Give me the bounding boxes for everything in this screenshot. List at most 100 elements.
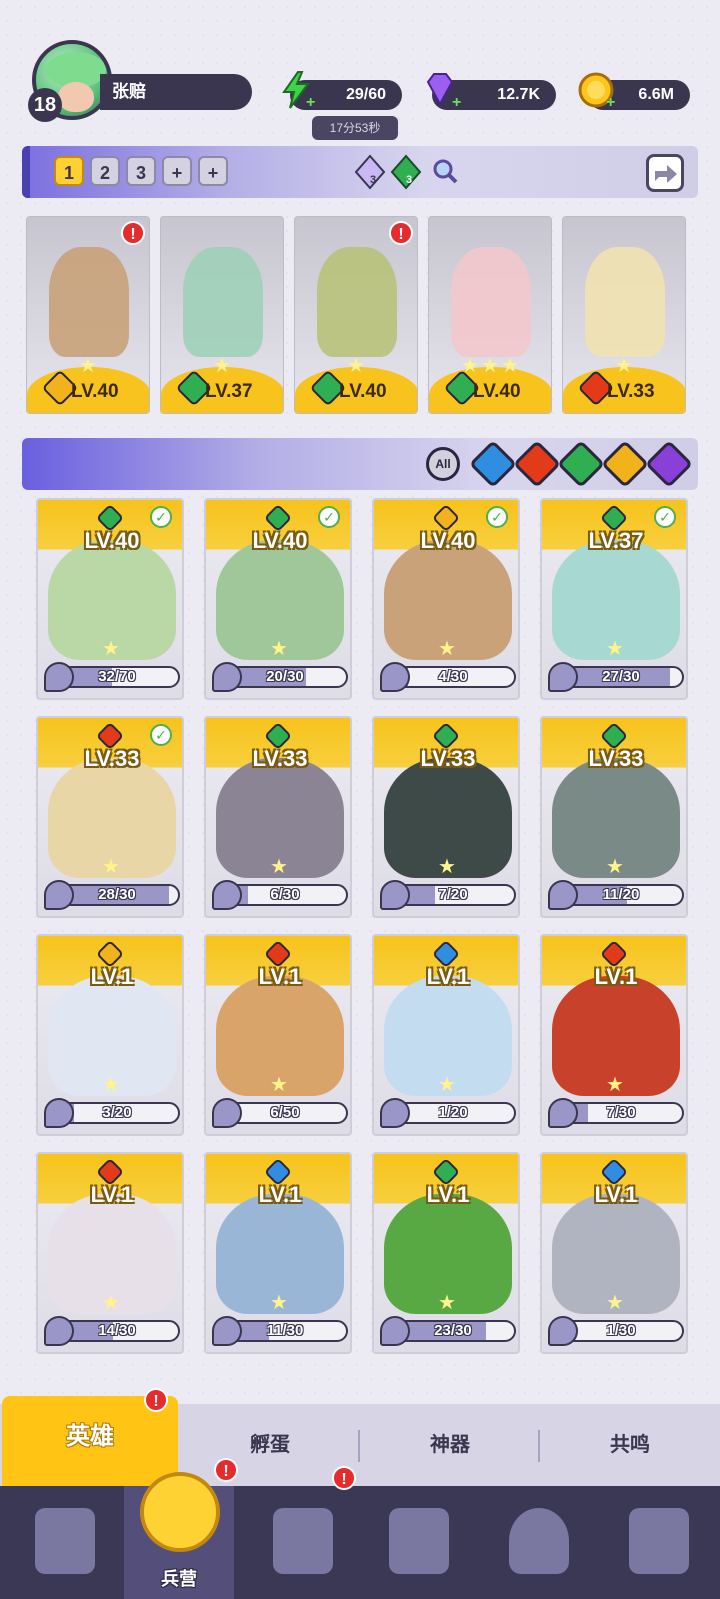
- mushroom-icon: [509, 1508, 569, 1574]
- share-icon: [655, 165, 677, 183]
- hero-shard-icon: [548, 1098, 578, 1128]
- star-icon: ★: [615, 355, 633, 377]
- nav-mushroom[interactable]: [484, 1486, 594, 1599]
- hero-shard-icon: [380, 1098, 410, 1128]
- nav-map-alert-icon: !: [332, 1466, 356, 1490]
- star-icon: ★: [606, 856, 624, 878]
- star-icon: ★: [213, 355, 231, 377]
- hero-portrait: [585, 247, 665, 357]
- filter-dark-button[interactable]: [644, 439, 694, 489]
- hero-card[interactable]: LV.33 ★ 11/20: [540, 716, 688, 918]
- team-member-card[interactable]: ★ LV.40!: [26, 216, 150, 414]
- nav-banner[interactable]: [604, 1486, 714, 1599]
- avatar-face: [58, 82, 94, 112]
- star-icon: ★: [102, 638, 120, 660]
- hero-card[interactable]: LV.40 ✓ ★ 4/30: [372, 498, 520, 700]
- team-member-card[interactable]: ★ LV.40!: [294, 216, 418, 414]
- alert-icon: !: [121, 221, 145, 245]
- gem-plus-icon[interactable]: +: [452, 95, 466, 111]
- in-team-check-icon: ✓: [150, 724, 172, 746]
- tab-artifacts[interactable]: 神器: [362, 1404, 538, 1486]
- hero-shard-icon: [548, 662, 578, 692]
- hero-portrait: [451, 247, 531, 357]
- magnifier-icon[interactable]: [430, 156, 466, 192]
- gold-plus-icon[interactable]: +: [606, 95, 620, 111]
- hero-level: LV.1: [90, 1182, 134, 1207]
- hero-card[interactable]: LV.33 ★ 6/30: [204, 716, 352, 918]
- team-member-level: LV.33: [607, 381, 655, 402]
- hero-shard-icon: [548, 1316, 578, 1346]
- team-member-level: LV.40: [339, 381, 387, 402]
- team-member-card[interactable]: ★ ★ ★ LV.40: [428, 216, 552, 414]
- shard-count: 32/70: [98, 668, 136, 685]
- hero-level: LV.33: [588, 746, 644, 771]
- team-member-card[interactable]: ★ LV.33: [562, 216, 686, 414]
- in-team-check-icon: ✓: [486, 506, 508, 528]
- tab-divider: [358, 1430, 360, 1462]
- player-name: 张赔: [100, 74, 252, 110]
- team-tab-add-2[interactable]: +: [198, 156, 228, 186]
- filter-light-button[interactable]: [600, 439, 650, 489]
- map-icon: [273, 1508, 333, 1574]
- filter-water-button[interactable]: [468, 439, 518, 489]
- hero-card[interactable]: LV.1 ★ 11/30: [204, 1152, 352, 1354]
- team-tab-2[interactable]: 2: [90, 156, 120, 186]
- star-icon: ★: [438, 638, 456, 660]
- hero-level: LV.1: [90, 964, 134, 989]
- in-team-check-icon: ✓: [150, 506, 172, 528]
- hero-level: LV.33: [420, 746, 476, 771]
- team-tab-3[interactable]: 3: [126, 156, 156, 186]
- hero-level: LV.33: [252, 746, 308, 771]
- hero-card[interactable]: LV.1 ★ 1/20: [372, 934, 520, 1136]
- share-button[interactable]: [646, 154, 684, 192]
- in-team-check-icon: ✓: [318, 506, 340, 528]
- shard-count: 7/30: [606, 1104, 636, 1121]
- nav-barracks-label: 兵营: [161, 1569, 197, 1589]
- star-icon: ★: [438, 1292, 456, 1314]
- shard-count: 27/30: [602, 668, 640, 685]
- hero-card[interactable]: LV.1 ★ 14/30: [36, 1152, 184, 1354]
- team-member-level: LV.40: [71, 381, 119, 402]
- filter-nature-button[interactable]: [556, 439, 606, 489]
- hero-card[interactable]: LV.37 ✓ ★ 27/30: [540, 498, 688, 700]
- energy-plus-icon[interactable]: +: [306, 95, 320, 111]
- nav-barracks[interactable]: 兵营 !: [124, 1458, 238, 1599]
- hero-card[interactable]: LV.33 ✓ ★ 28/30: [36, 716, 184, 918]
- filter-all-button[interactable]: All: [426, 447, 460, 481]
- star-icon: ★: [438, 1074, 456, 1096]
- nav-map[interactable]: !: [248, 1466, 358, 1599]
- hero-card[interactable]: LV.1 ★ 6/50: [204, 934, 352, 1136]
- nav-castle[interactable]: [364, 1486, 474, 1599]
- star-icon: ★: [270, 856, 288, 878]
- barracks-sub-tabs: 英雄 ! 孵蛋 神器 共鸣: [0, 1388, 720, 1486]
- team-tab-add-1[interactable]: +: [162, 156, 192, 186]
- castle-icon: [389, 1508, 449, 1574]
- hero-level: LV.1: [594, 1182, 638, 1207]
- hero-shard-icon: [380, 662, 410, 692]
- hero-card[interactable]: LV.1 ★ 7/30: [540, 934, 688, 1136]
- hero-level: LV.33: [84, 746, 140, 771]
- tab-resonance[interactable]: 共鸣: [542, 1404, 718, 1486]
- tab-heroes-alert-icon: !: [144, 1388, 168, 1412]
- hero-shard-icon: [212, 880, 242, 910]
- alert-icon: !: [389, 221, 413, 245]
- light-crystal-count: 3: [370, 174, 377, 186]
- team-member-card[interactable]: ★ LV.37: [160, 216, 284, 414]
- shard-count: 11/20: [602, 886, 640, 903]
- hero-shard-icon: [44, 1098, 74, 1128]
- nav-cards[interactable]: [10, 1486, 120, 1599]
- shard-count: 6/50: [270, 1104, 300, 1121]
- hero-card[interactable]: LV.40 ✓ ★ 32/70: [36, 498, 184, 700]
- filter-fire-button[interactable]: [512, 439, 562, 489]
- hero-card[interactable]: LV.40 ✓ ★ 20/30: [204, 498, 352, 700]
- star-icon: ★: [102, 856, 120, 878]
- hero-card[interactable]: LV.1 ★ 23/30: [372, 1152, 520, 1354]
- top-status-bar: 张赔 18 29/60 + 17分53秒 12.7K + 6.6M +: [0, 36, 720, 140]
- hero-card[interactable]: LV.1 ★ 1/30: [540, 1152, 688, 1354]
- barracks-icon: [140, 1472, 220, 1552]
- banner-icon: [629, 1508, 689, 1574]
- hero-card[interactable]: LV.1 ★ 3/20: [36, 934, 184, 1136]
- team-tab-1[interactable]: 1: [54, 156, 84, 186]
- hero-card[interactable]: LV.33 ★ 7/20: [372, 716, 520, 918]
- star-icon: ★: [606, 1292, 624, 1314]
